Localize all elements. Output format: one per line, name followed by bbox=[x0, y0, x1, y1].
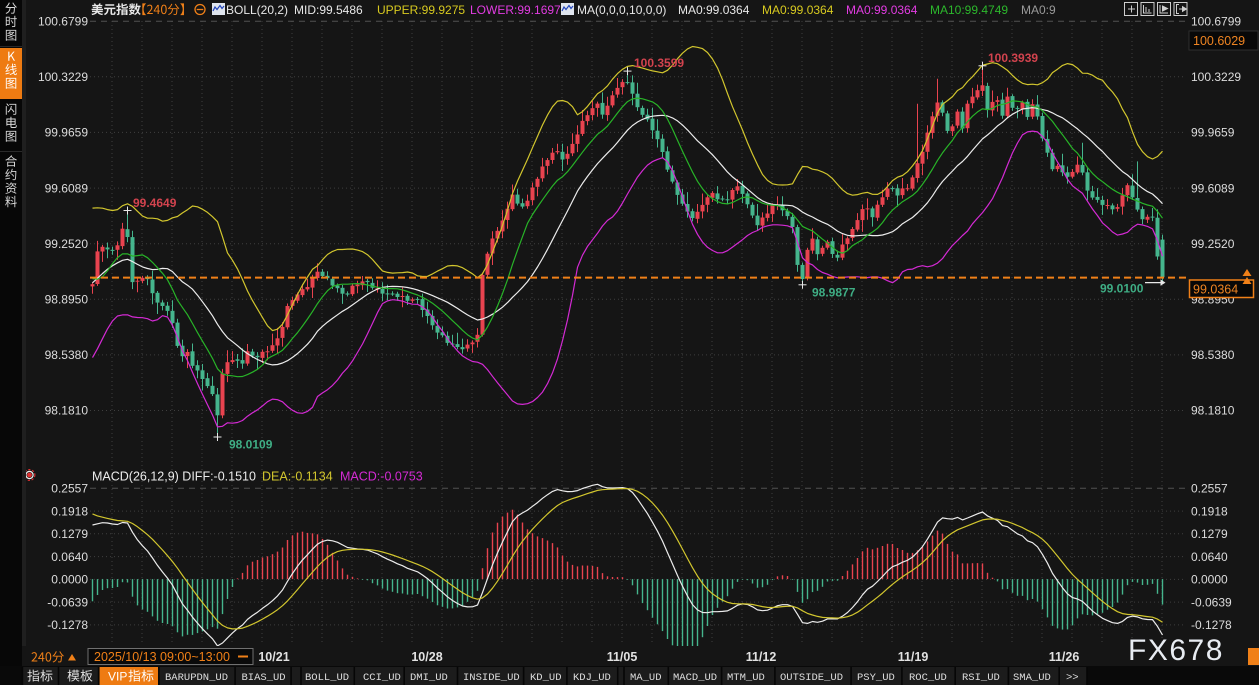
svg-text:OUTSIDE_UD: OUTSIDE_UD bbox=[780, 672, 843, 684]
svg-text:0.2557: 0.2557 bbox=[1191, 482, 1228, 496]
svg-text:MID:99.5486: MID:99.5486 bbox=[294, 3, 363, 17]
svg-text:RSI_UD: RSI_UD bbox=[962, 672, 1000, 684]
svg-text:0.1279: 0.1279 bbox=[51, 527, 88, 541]
svg-text:BOLL(20,2): BOLL(20,2) bbox=[226, 3, 288, 17]
svg-text:98.0109: 98.0109 bbox=[229, 438, 273, 452]
svg-text:0.0640: 0.0640 bbox=[1191, 550, 1228, 564]
svg-text:PSY_UD: PSY_UD bbox=[857, 672, 895, 684]
svg-text:MACD_UD: MACD_UD bbox=[673, 672, 717, 684]
svg-text:FX678: FX678 bbox=[1128, 634, 1224, 665]
svg-text:99.2520: 99.2520 bbox=[1191, 237, 1235, 251]
svg-text:11/12: 11/12 bbox=[746, 650, 777, 664]
svg-text:98.5380: 98.5380 bbox=[1191, 348, 1235, 362]
svg-text:BARUPDN_UD: BARUPDN_UD bbox=[165, 672, 228, 684]
svg-text:MA(0,0,0,10,0,0): MA(0,0,0,10,0,0) bbox=[577, 3, 666, 17]
svg-text:10/28: 10/28 bbox=[411, 650, 442, 664]
svg-text:MA10:99.4749: MA10:99.4749 bbox=[930, 3, 1008, 17]
svg-text:11/19: 11/19 bbox=[898, 650, 929, 664]
svg-text:UPPER:99.9275: UPPER:99.9275 bbox=[377, 3, 465, 17]
svg-text:0.2557: 0.2557 bbox=[51, 482, 88, 496]
svg-text:>>: >> bbox=[1066, 672, 1079, 684]
svg-text:BIAS_UD: BIAS_UD bbox=[242, 672, 286, 684]
svg-text:0.0000: 0.0000 bbox=[1191, 573, 1228, 587]
svg-text:MACD(26,12,9) DIFF:-0.1510: MACD(26,12,9) DIFF:-0.1510 bbox=[92, 470, 256, 484]
svg-text:99.9659: 99.9659 bbox=[45, 126, 89, 140]
svg-text:0.0640: 0.0640 bbox=[51, 550, 88, 564]
svg-text:100.3229: 100.3229 bbox=[1191, 70, 1241, 84]
svg-text:100.3229: 100.3229 bbox=[38, 70, 88, 84]
svg-text:99.6089: 99.6089 bbox=[45, 181, 89, 195]
svg-text:100.6029: 100.6029 bbox=[1193, 34, 1245, 48]
svg-text:DEA:-0.1134: DEA:-0.1134 bbox=[262, 470, 333, 484]
svg-text:10/21: 10/21 bbox=[258, 650, 289, 664]
svg-text:0.1279: 0.1279 bbox=[1191, 527, 1228, 541]
svg-text:98.9877: 98.9877 bbox=[812, 286, 856, 300]
svg-text:DMI_UD: DMI_UD bbox=[410, 672, 448, 684]
svg-text:MACD:-0.0753: MACD:-0.0753 bbox=[340, 470, 423, 484]
svg-text:MA0:99.0364: MA0:99.0364 bbox=[762, 3, 834, 17]
svg-text:99.0364: 99.0364 bbox=[1193, 283, 1238, 297]
svg-text:0.1918: 0.1918 bbox=[1191, 504, 1228, 518]
svg-text:VIP: VIP bbox=[108, 670, 127, 684]
svg-text:100.3939: 100.3939 bbox=[988, 51, 1038, 65]
svg-text:99.9659: 99.9659 bbox=[1191, 126, 1235, 140]
svg-text:BOLL_UD: BOLL_UD bbox=[305, 672, 349, 684]
svg-text:99.0100: 99.0100 bbox=[1100, 282, 1144, 296]
svg-text:2025/10/13 09:00~13:00: 2025/10/13 09:00~13:00 bbox=[94, 650, 230, 664]
svg-text:ROC_UD: ROC_UD bbox=[909, 672, 947, 684]
svg-text:SMA_UD: SMA_UD bbox=[1013, 672, 1051, 684]
svg-text:MA0:9: MA0:9 bbox=[1021, 3, 1056, 17]
svg-text:98.8950: 98.8950 bbox=[45, 293, 89, 307]
svg-text:MA_UD: MA_UD bbox=[630, 672, 662, 684]
svg-text:99.4649: 99.4649 bbox=[133, 196, 177, 210]
svg-text:-0.0639: -0.0639 bbox=[1191, 595, 1232, 609]
svg-text:KDJ_UD: KDJ_UD bbox=[573, 672, 611, 684]
svg-text:KD_UD: KD_UD bbox=[530, 672, 562, 684]
svg-text:0.0000: 0.0000 bbox=[51, 573, 88, 587]
svg-text:INSIDE_UD: INSIDE_UD bbox=[463, 672, 520, 684]
svg-text:0.1918: 0.1918 bbox=[51, 504, 88, 518]
svg-text:MA0:99.0364: MA0:99.0364 bbox=[678, 3, 750, 17]
svg-text:MTM_UD: MTM_UD bbox=[727, 672, 765, 684]
svg-text:LOWER:99.1697: LOWER:99.1697 bbox=[470, 3, 561, 17]
svg-text:-0.1278: -0.1278 bbox=[47, 618, 88, 632]
svg-text:11/05: 11/05 bbox=[607, 650, 638, 664]
svg-text:98.1810: 98.1810 bbox=[45, 404, 89, 418]
svg-text:CCI_UD: CCI_UD bbox=[363, 672, 401, 684]
svg-text:-0.0639: -0.0639 bbox=[47, 595, 88, 609]
svg-text:11/26: 11/26 bbox=[1049, 650, 1080, 664]
svg-text:99.6089: 99.6089 bbox=[1191, 181, 1235, 195]
svg-text:99.2520: 99.2520 bbox=[45, 237, 89, 251]
svg-text:98.5380: 98.5380 bbox=[45, 348, 89, 362]
svg-text:98.1810: 98.1810 bbox=[1191, 404, 1235, 418]
svg-text:100.3599: 100.3599 bbox=[634, 56, 684, 70]
svg-text:MA0:99.0364: MA0:99.0364 bbox=[846, 3, 918, 17]
